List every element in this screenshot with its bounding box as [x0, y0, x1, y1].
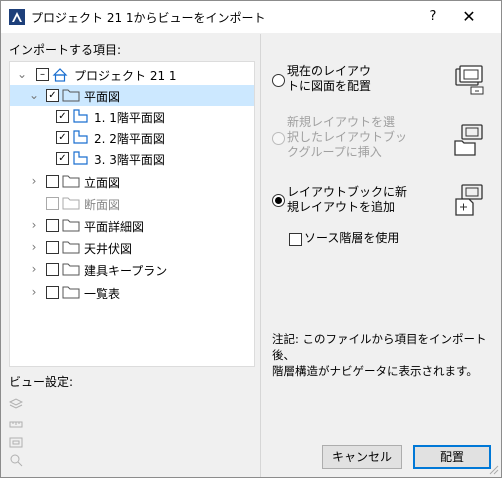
import-items-tree[interactable]: ⌄ – プロジェクト 21 1 ⌄ ✓ 平面図 ✓ 1. 1階平面図 ✓ 2. …	[9, 61, 255, 367]
radio-insert-into-layout-book-group	[272, 132, 285, 145]
close-button[interactable]: ✕	[457, 6, 481, 28]
tree-row-story-2[interactable]: ✓ 2. 2階平面図	[10, 127, 254, 148]
place-in-layout-icon	[455, 65, 484, 95]
tree-label: 断面図	[84, 198, 121, 212]
tree-checkbox-door-key-plans[interactable]	[46, 263, 59, 276]
tree-row-detail-plans[interactable]: › 平面詳細図	[10, 215, 254, 236]
tree-label: 一覧表	[84, 287, 121, 301]
tree-checkbox-detail-plans[interactable]	[46, 219, 59, 232]
floor-plan-icon	[73, 151, 88, 165]
cancel-button[interactable]: キャンセル	[322, 445, 402, 469]
import-items-label: インポートする項目:	[9, 43, 122, 57]
note-line: 階層構造がナビゲータに表示されます。	[272, 364, 478, 378]
tree-checkbox-story-3[interactable]: ✓	[56, 152, 69, 165]
chevron-right-icon[interactable]: ›	[28, 237, 40, 258]
option-add-new-layout-label[interactable]: レイアウトブックに新 規レイアウトを追加	[287, 185, 407, 215]
use-source-hierarchy-label[interactable]: ソース階層を使用	[304, 231, 399, 246]
zoom-icon	[10, 454, 23, 467]
tree-row-door-key-plans[interactable]: › 建具キープラン	[10, 259, 254, 280]
tree-label: 1. 1階平面図	[94, 111, 165, 125]
tree-label: 平面詳細図	[84, 220, 145, 234]
chevron-down-icon[interactable]: ⌄	[16, 64, 28, 85]
option-text-line: レイアウトブックに新	[287, 185, 408, 199]
tree-checkbox-story-1[interactable]: ✓	[56, 110, 69, 123]
folder-icon	[62, 175, 80, 188]
model-view-icon	[9, 437, 23, 448]
tree-row-floor-plans[interactable]: ⌄ ✓ 平面図	[10, 85, 254, 106]
tree-checkbox-story-2[interactable]: ✓	[56, 131, 69, 144]
resize-grip-icon[interactable]	[487, 463, 499, 475]
tree-label: 立面図	[84, 176, 121, 190]
help-button[interactable]: ?	[421, 6, 445, 28]
folder-icon	[62, 219, 80, 232]
chevron-right-icon[interactable]: ›	[28, 259, 40, 280]
pane-divider	[260, 34, 261, 477]
chevron-right-icon[interactable]: ›	[28, 282, 40, 303]
option-insert-into-layout-book-group-label: 新規レイアウトを選 択したレイアウトブッ クグループに挿入	[287, 115, 407, 160]
chevron-right-icon[interactable]: ›	[28, 171, 40, 192]
window-title: プロジェクト 21 1からビューをインポート	[31, 11, 266, 25]
tree-row-project[interactable]: ⌄ – プロジェクト 21 1	[10, 64, 254, 85]
tree-row-story-1[interactable]: ✓ 1. 1階平面図	[10, 106, 254, 127]
tree-checkbox-ceiling-plans[interactable]	[46, 241, 59, 254]
tree-row-ceiling-plans[interactable]: › 天井伏図	[10, 237, 254, 258]
import-note: 注記: このファイルから項目をインポート後、 階層構造がナビゲータに表示されます…	[272, 331, 494, 379]
new-layout-icon	[455, 184, 483, 216]
option-text-line: 択したレイアウトブッ	[287, 130, 408, 144]
project-icon	[52, 68, 68, 82]
tree-row-story-3[interactable]: ✓ 3. 3階平面図	[10, 148, 254, 169]
option-text-line: 規レイアウトを追加	[287, 200, 396, 214]
archicad-app-icon	[9, 9, 25, 25]
option-place-in-current-layout-label[interactable]: 現在のレイアウ トに図面を配置	[287, 64, 371, 94]
floor-plan-icon	[73, 130, 88, 144]
tree-checkbox-floor-plans[interactable]: ✓	[46, 89, 59, 102]
tree-row-elevations[interactable]: › 立面図	[10, 171, 254, 192]
radio-selected-dot	[275, 197, 282, 204]
option-text-line: 新規レイアウトを選	[287, 115, 396, 129]
tree-row-sections: 断面図	[10, 193, 254, 214]
title-bar: プロジェクト 21 1からビューをインポート ? ✕	[1, 1, 501, 33]
option-text-line: クグループに挿入	[287, 145, 382, 159]
radio-add-new-layout[interactable]	[272, 194, 285, 207]
option-text-line: 現在のレイアウ	[287, 64, 372, 78]
tree-label: 2. 2階平面図	[94, 132, 165, 146]
insert-into-folder-icon	[454, 124, 483, 156]
place-button[interactable]: 配置	[413, 445, 491, 469]
folder-icon	[62, 263, 80, 276]
scale-icon	[9, 421, 23, 428]
tree-label: 平面図	[84, 90, 121, 104]
tree-row-schedules[interactable]: › 一覧表	[10, 282, 254, 303]
tree-checkbox-schedules[interactable]	[46, 286, 59, 299]
view-settings-label: ビュー設定:	[9, 375, 74, 389]
option-text-line: トに図面を配置	[287, 79, 372, 93]
tree-label: 建具キープラン	[84, 264, 168, 278]
tree-checkbox-sections	[46, 197, 59, 210]
folder-icon	[62, 286, 80, 299]
folder-icon	[62, 241, 80, 254]
tree-label: プロジェクト 21 1	[74, 69, 177, 83]
radio-place-in-current-layout[interactable]	[272, 74, 285, 87]
tree-label: 3. 3階平面図	[94, 153, 165, 167]
tree-label: 天井伏図	[84, 242, 133, 256]
floor-plan-icon	[73, 109, 88, 123]
tree-checkbox-project[interactable]: –	[36, 68, 49, 81]
note-line: 注記: このファイルから項目をインポート後、	[272, 332, 487, 362]
use-source-hierarchy-checkbox[interactable]	[289, 233, 302, 246]
tree-checkbox-elevations[interactable]	[46, 175, 59, 188]
layers-icon	[9, 398, 23, 409]
import-views-dialog: プロジェクト 21 1からビューをインポート ? ✕ インポートする項目: ⌄ …	[0, 0, 502, 478]
folder-icon	[62, 89, 80, 102]
chevron-right-icon[interactable]: ›	[28, 215, 40, 236]
chevron-down-icon[interactable]: ⌄	[28, 85, 40, 106]
folder-icon	[62, 197, 80, 210]
